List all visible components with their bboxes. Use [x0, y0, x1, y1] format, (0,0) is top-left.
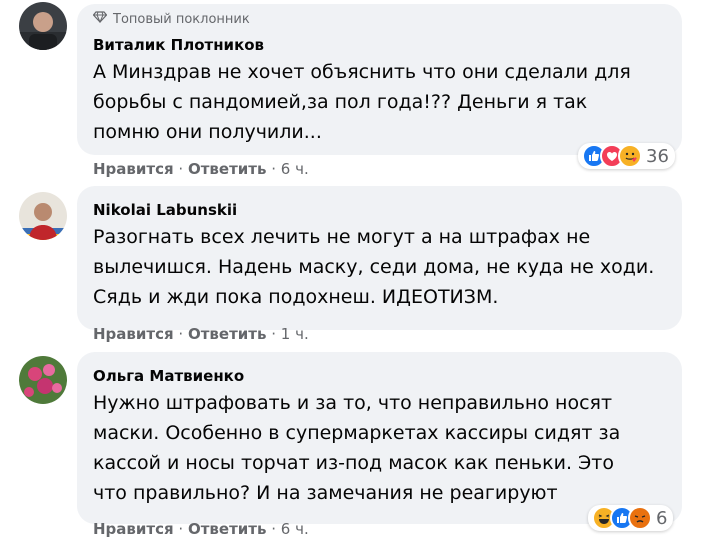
top-fan-badge: Топовый поклонник [92, 9, 666, 29]
care-reaction-icon [618, 144, 642, 168]
separator: · [173, 325, 188, 343]
like-link[interactable]: Нравится [93, 160, 174, 178]
like-link[interactable]: Нравится [93, 520, 174, 538]
comment-text-line: вылечишся. Надень маску, седи дома, не к… [93, 256, 655, 278]
comment-text-line: кассой и носы торчат из-под масок как пе… [93, 452, 614, 474]
comment-text-line: что правильно? И на замечания не реагиру… [93, 482, 558, 504]
reaction-count: 6 [656, 507, 668, 529]
separator: · [266, 160, 281, 178]
comment-text: Разогнать всех лечить не могут а на штра… [93, 222, 666, 312]
timestamp[interactable]: 6 ч. [281, 160, 309, 178]
comment-text-line: Сядь и жди пока подохнеш. ИДЕОТИЗМ. [93, 286, 499, 308]
reactions-summary[interactable]: 36 [578, 143, 675, 169]
comment-bubble: Nikolai Labunskii Разогнать всех лечить … [77, 186, 682, 330]
timestamp[interactable]: 1 ч. [281, 325, 309, 343]
comment-author[interactable]: Nikolai Labunskii [93, 200, 666, 220]
comment-text-line: маски. Особенно в супермаркетах кассиры … [93, 422, 621, 444]
comment-bubble: Топовый поклонник Виталик Плотников А Ми… [77, 4, 682, 155]
comment-text-line: борьбы с пандомией,за пол года!?? Деньги… [93, 91, 588, 113]
comment-author[interactable]: Виталик Плотников [93, 35, 666, 55]
reply-link[interactable]: Ответить [188, 160, 267, 178]
comment-text: Нужно штрафовать и за то, что неправильн… [93, 388, 666, 508]
separator: · [173, 520, 188, 538]
comment-text-line: Нужно штрафовать и за то, что неправильн… [93, 392, 613, 414]
separator: · [266, 520, 281, 538]
comment-text-line: Разогнать всех лечить не могут а на штра… [93, 226, 591, 248]
badge-label: Топовый поклонник [113, 11, 250, 27]
comment-author[interactable]: Ольга Матвиенко [93, 366, 666, 386]
comment-text: А Минздрав не хочет объяснить что они сд… [93, 57, 666, 147]
comment-text-line: помню они получили... [93, 121, 322, 143]
comment-actions: Нравится · Ответить · 6 ч. [93, 520, 309, 538]
comment-text-line: А Минздрав не хочет объяснить что они сд… [93, 61, 631, 83]
separator: · [266, 325, 281, 343]
reply-link[interactable]: Ответить [188, 520, 267, 538]
reactions-summary[interactable]: 6 [588, 505, 674, 531]
reaction-count: 36 [646, 145, 669, 167]
comment-actions: Нравится · Ответить · 1 ч. [93, 325, 309, 343]
avatar[interactable] [19, 192, 67, 240]
like-link[interactable]: Нравится [93, 325, 174, 343]
comment-bubble: Ольга Матвиенко Нужно штрафовать и за то… [77, 352, 682, 524]
avatar[interactable] [19, 356, 67, 404]
diamond-icon [92, 11, 108, 27]
avatar[interactable] [19, 2, 67, 50]
comment-actions: Нравится · Ответить · 6 ч. [93, 160, 309, 178]
angry-reaction-icon [628, 506, 652, 530]
separator: · [173, 160, 188, 178]
timestamp[interactable]: 6 ч. [281, 520, 309, 538]
reply-link[interactable]: Ответить [188, 325, 267, 343]
